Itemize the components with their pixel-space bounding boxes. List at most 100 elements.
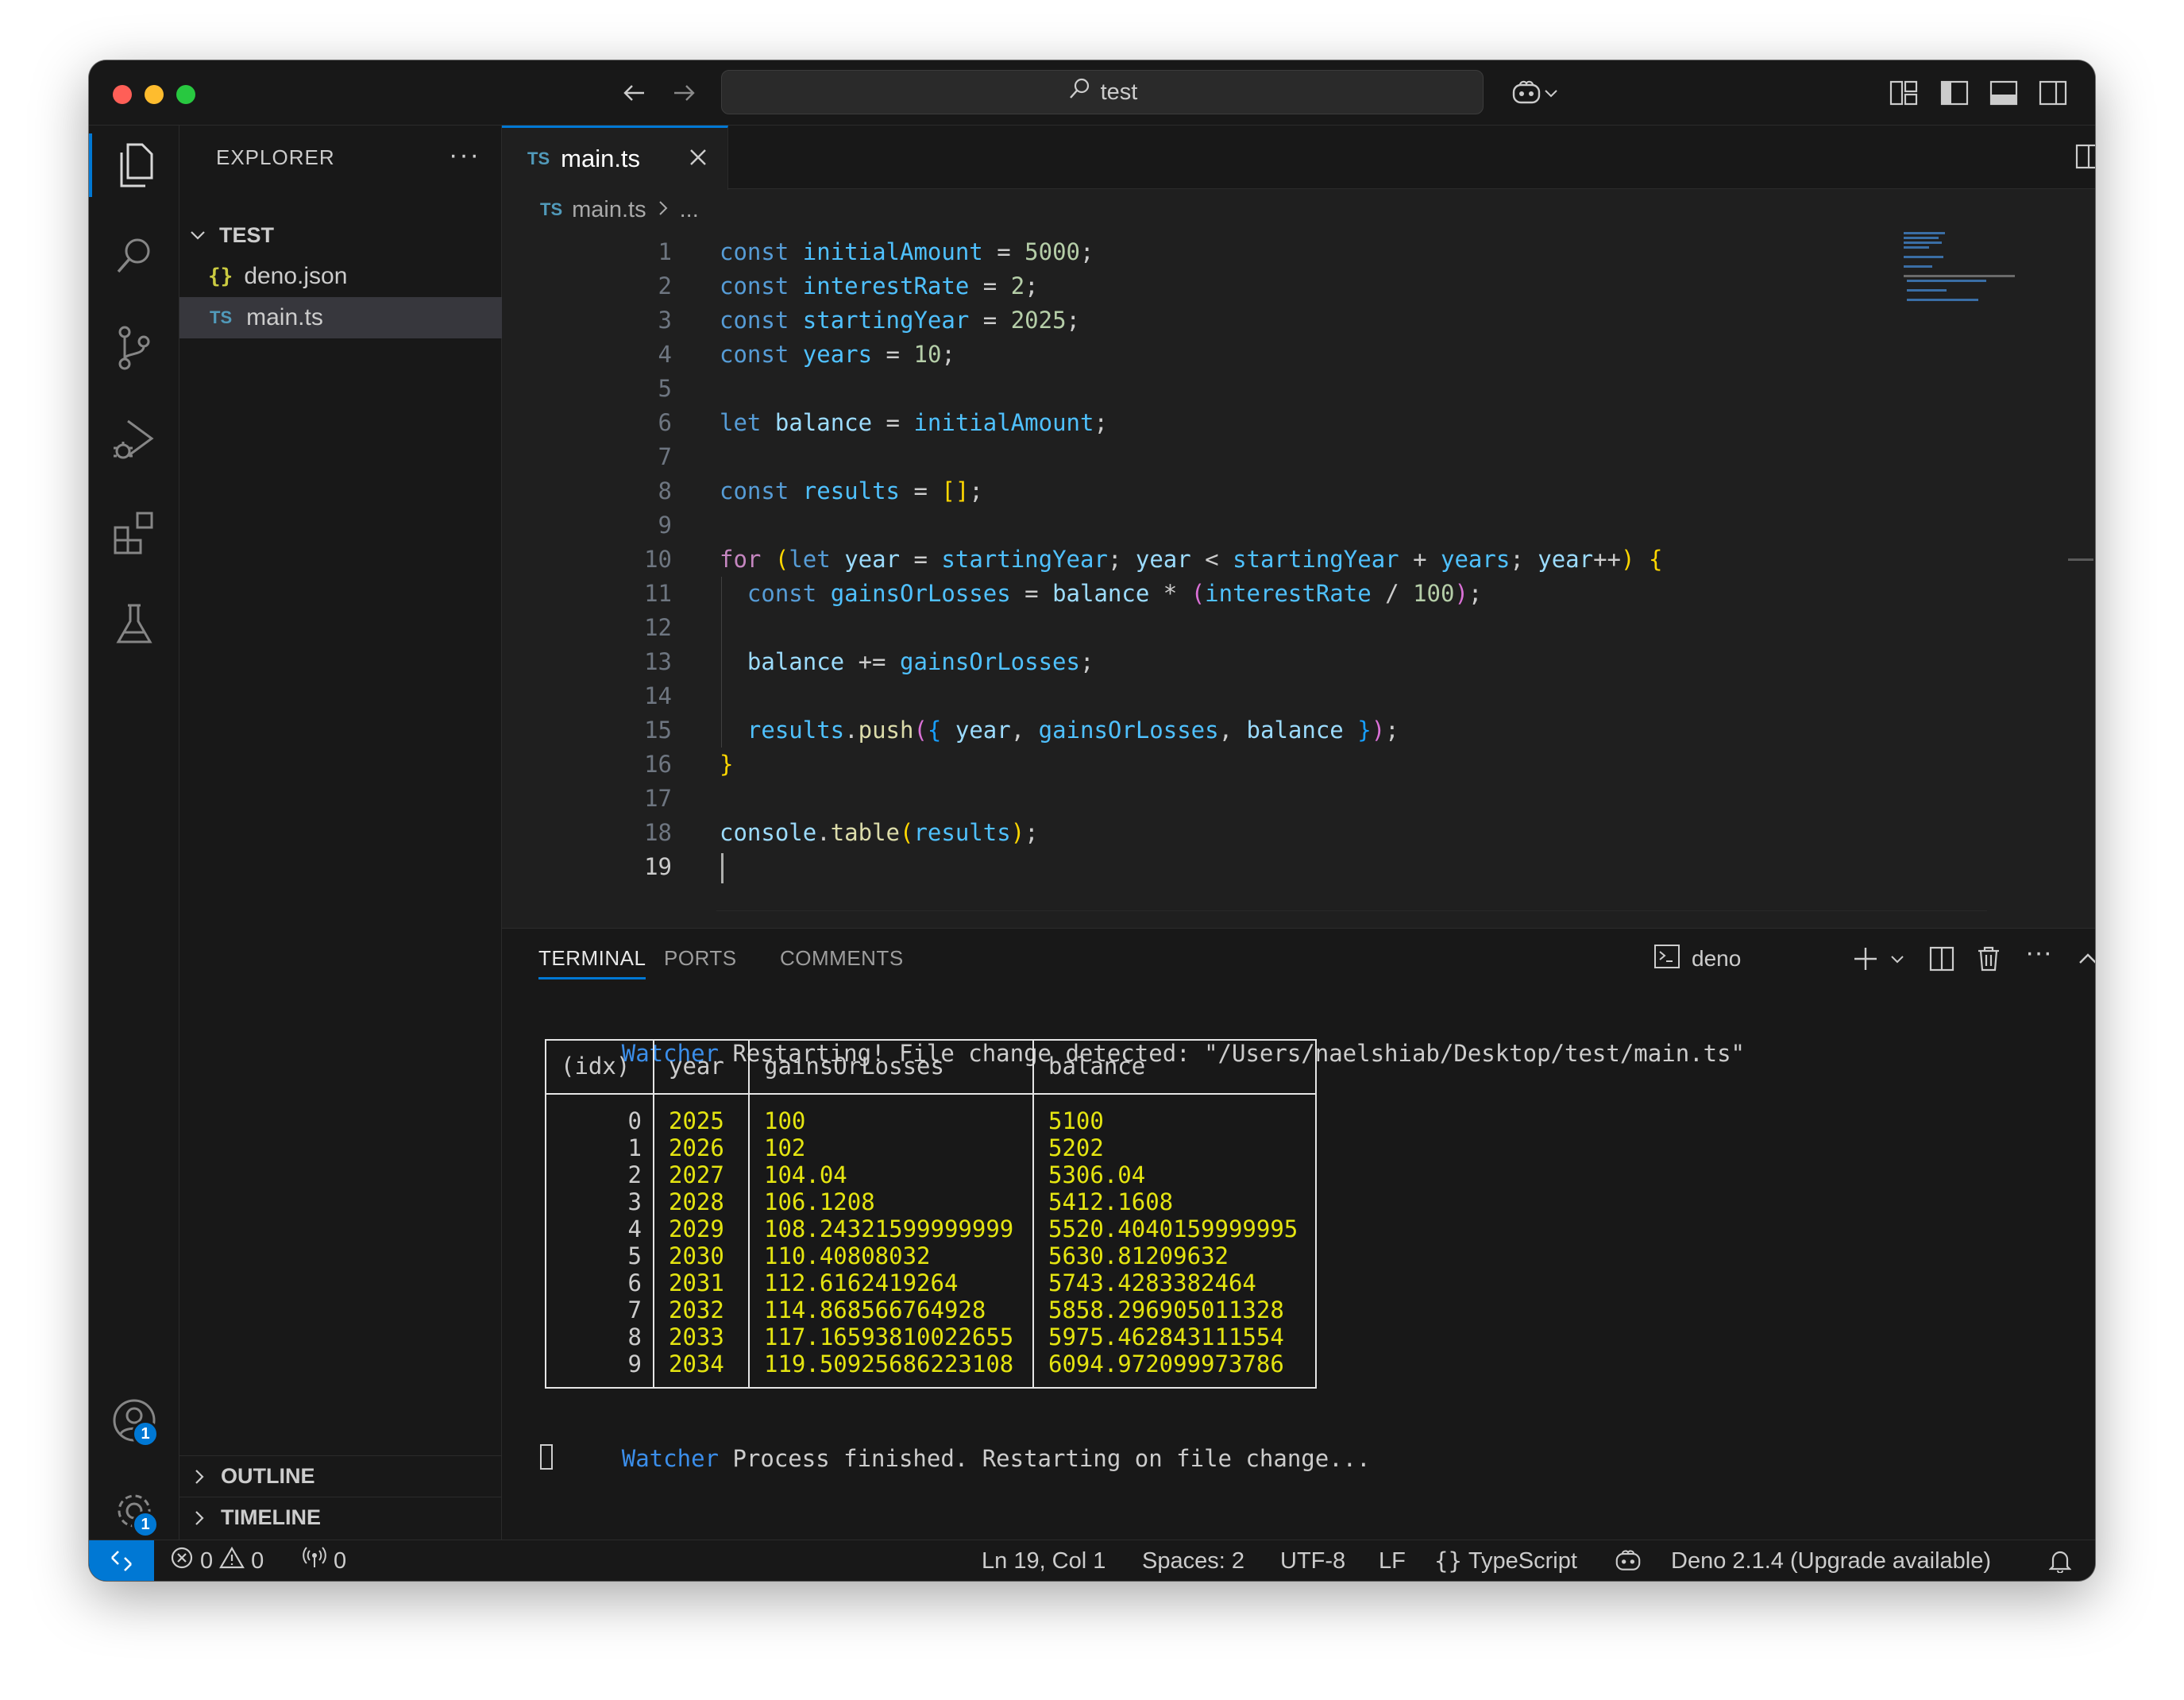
extensions-icon[interactable] — [89, 493, 179, 572]
code-line[interactable]: let balance = initialAmount; — [720, 406, 1108, 440]
file-row-main-ts[interactable]: TS main.ts — [179, 297, 502, 338]
copilot-status-icon[interactable] — [1614, 1540, 1642, 1581]
back-arrow-icon[interactable] — [616, 75, 653, 111]
code-line[interactable]: const startingYear = 2025; — [720, 303, 1080, 338]
search-icon — [1067, 77, 1091, 107]
error-count: 0 — [200, 1547, 214, 1574]
customize-layout-icon[interactable] — [1889, 75, 1919, 111]
command-center-search[interactable]: test — [721, 70, 1484, 114]
minimap[interactable] — [1904, 230, 2031, 302]
toggle-primary-sidebar-icon[interactable] — [1939, 75, 1970, 111]
line-number: 15 — [644, 717, 672, 744]
table-header-divider — [545, 1093, 1317, 1095]
timeline-section[interactable]: TIMELINE — [179, 1497, 502, 1538]
toggle-secondary-sidebar-icon[interactable] — [2038, 75, 2068, 111]
accounts-icon[interactable]: 1 — [89, 1381, 179, 1460]
table-index-cell: 4 — [627, 1215, 642, 1242]
table-index-cell: 2 — [627, 1161, 642, 1188]
line-number: 18 — [644, 819, 672, 846]
table-index-cell: 5 — [627, 1242, 642, 1269]
warning-count: 0 — [251, 1547, 264, 1574]
language-mode[interactable]: {} TypeScript — [1434, 1540, 1577, 1581]
chevron-right-icon — [656, 197, 670, 223]
line-number: 4 — [658, 341, 672, 368]
table-index-cell: 6 — [627, 1269, 642, 1296]
code-line[interactable]: const interestRate = 2; — [720, 269, 1039, 303]
table-cell: 2031 — [669, 1269, 724, 1296]
close-icon[interactable] — [686, 145, 710, 176]
folder-row-test[interactable]: TEST — [179, 214, 502, 256]
code-line[interactable]: } — [720, 748, 733, 782]
table-cell: 6094.972099973786 — [1048, 1350, 1284, 1377]
watcher-prefix: Watcher — [621, 1445, 719, 1472]
table-cell: 2030 — [669, 1242, 724, 1269]
outline-label: OUTLINE — [221, 1464, 315, 1488]
outline-section[interactable]: OUTLINE — [179, 1455, 502, 1497]
zoom-window-button[interactable] — [176, 85, 195, 104]
table-cell: 112.6162419264 — [764, 1269, 959, 1296]
toggle-panel-icon[interactable] — [1989, 75, 2019, 111]
cursor-position[interactable]: Ln 19, Col 1 — [982, 1540, 1106, 1581]
braces-icon: {} — [1434, 1547, 1462, 1574]
eol-setting[interactable]: LF — [1379, 1540, 1406, 1581]
line-number: 2 — [658, 272, 672, 299]
tab-main-ts[interactable]: TS main.ts — [502, 126, 728, 190]
search-icon[interactable] — [89, 216, 179, 296]
copilot-icon[interactable] — [1511, 75, 1560, 111]
table-cell: 100 — [764, 1107, 806, 1134]
encoding-setting[interactable]: UTF-8 — [1280, 1540, 1345, 1581]
code-line[interactable]: const initialAmount = 5000; — [720, 235, 1094, 269]
explorer-icon[interactable] — [89, 126, 179, 205]
testing-icon[interactable] — [89, 585, 179, 664]
code-line[interactable]: const years = 10; — [720, 338, 955, 372]
typescript-file-icon: TS — [210, 307, 233, 327]
problems-indicator[interactable]: 0 0 — [170, 1540, 264, 1581]
ports-indicator[interactable]: 0 — [302, 1540, 346, 1581]
table-cell: 5975.462843111554 — [1048, 1323, 1284, 1350]
remote-indicator-icon[interactable] — [89, 1540, 154, 1581]
code-line[interactable]: console.table(results); — [720, 816, 1039, 850]
terminal-cursor — [540, 1444, 553, 1470]
minimize-window-button[interactable] — [145, 85, 164, 104]
table-cell: 119.50925686223108 — [764, 1350, 1014, 1377]
table-header: year — [669, 1053, 724, 1080]
breadcrumb-rest[interactable]: ... — [680, 197, 699, 223]
file-name: deno.json — [244, 263, 348, 289]
forward-arrow-icon[interactable] — [666, 75, 702, 111]
file-row-deno-json[interactable]: {} deno.json — [179, 256, 502, 297]
close-window-button[interactable] — [113, 85, 132, 104]
table-index-cell: 3 — [627, 1188, 642, 1215]
source-control-icon[interactable] — [89, 308, 179, 388]
split-editor-icon[interactable] — [2074, 143, 2095, 170]
code-line[interactable]: balance += gainsOrLosses; — [720, 645, 1094, 679]
line-number: 5 — [658, 375, 672, 402]
table-cell: 5630.81209632 — [1048, 1242, 1229, 1269]
table-index-cell: 7 — [627, 1296, 642, 1323]
table-cell: 5743.4283382464 — [1048, 1269, 1256, 1296]
more-actions-icon[interactable]: ··· — [449, 140, 480, 171]
run-debug-icon[interactable] — [89, 400, 179, 480]
code-editor[interactable]: 1 2 3 4 5 6 7 8 9 10 11 12 13 14 15 16 1… — [502, 227, 2095, 990]
table-cell: 110.40808032 — [764, 1242, 931, 1269]
editor-tab-bar: TS main.ts ··· — [502, 126, 2095, 190]
line-number: 10 — [644, 546, 672, 573]
deno-version[interactable]: Deno 2.1.4 (Upgrade available) — [1671, 1540, 1991, 1581]
line-number: 16 — [644, 751, 672, 778]
line-number: 6 — [658, 409, 672, 436]
code-line[interactable]: for (let year = startingYear; year < sta… — [720, 543, 1662, 577]
bell-icon[interactable] — [2049, 1540, 2071, 1581]
code-line[interactable]: const gainsOrLosses = balance * (interes… — [720, 577, 1482, 611]
breadcrumb-file[interactable]: main.ts — [572, 197, 646, 223]
overview-ruler-mark — [2068, 558, 2093, 561]
table-cell: 5202 — [1048, 1134, 1104, 1161]
line-number: 19 — [644, 853, 672, 880]
chevron-down-icon — [187, 225, 208, 245]
terminal-output[interactable]: Watcher Restarting! File change detected… — [502, 928, 2095, 1540]
table-column-divider — [748, 1039, 750, 1389]
code-line[interactable]: const results = []; — [720, 474, 983, 508]
file-name: main.ts — [246, 304, 323, 330]
code-line[interactable]: results.push({ year, gainsOrLosses, bala… — [720, 713, 1399, 748]
chevron-right-icon — [189, 1466, 210, 1487]
settings-gear-icon[interactable]: 1 — [89, 1471, 179, 1551]
indentation-setting[interactable]: Spaces: 2 — [1142, 1540, 1244, 1581]
